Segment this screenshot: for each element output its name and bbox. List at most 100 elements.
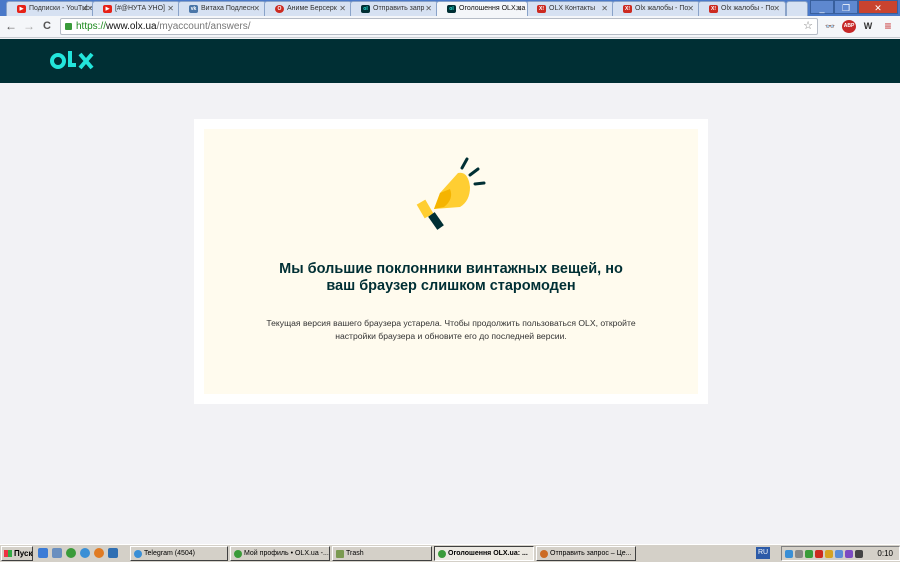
close-window-button[interactable]: ✕ bbox=[858, 0, 898, 14]
back-button[interactable]: ← bbox=[4, 19, 18, 33]
new-tab-button[interactable] bbox=[786, 1, 808, 16]
close-icon[interactable]: ✕ bbox=[425, 4, 432, 13]
youtube-icon: ▶ bbox=[103, 5, 112, 13]
task-telegram[interactable]: Telegram (4504) bbox=[130, 546, 228, 561]
bluetooth-icon[interactable] bbox=[785, 550, 793, 558]
language-indicator[interactable]: RU bbox=[756, 547, 770, 559]
minimize-button[interactable]: _ bbox=[810, 0, 834, 14]
close-icon[interactable]: ✕ bbox=[253, 4, 260, 13]
close-icon[interactable]: ✕ bbox=[773, 4, 780, 13]
task-label: Оголошення OLX.ua: ... bbox=[448, 550, 528, 557]
ie-icon[interactable] bbox=[38, 548, 48, 558]
tab-anime[interactable]: O Аниме Берсерк ✕ bbox=[264, 1, 352, 16]
site-header bbox=[0, 39, 900, 83]
x-icon: X! bbox=[537, 5, 546, 13]
bookmark-star-icon[interactable]: ☆ bbox=[803, 19, 813, 34]
megaphone-icon bbox=[416, 157, 486, 230]
tab-label: [#@НУТА УНО] bbox=[115, 5, 165, 12]
close-icon[interactable]: ✕ bbox=[515, 4, 522, 13]
url-scheme: https:// bbox=[76, 21, 107, 32]
olx-logo-mark bbox=[50, 51, 94, 70]
opera-icon: O bbox=[275, 5, 284, 13]
clock: 0:10 bbox=[877, 549, 893, 558]
tab-youtube-nuta[interactable]: ▶ [#@НУТА УНО] ✕ bbox=[92, 1, 180, 16]
glasses-icon[interactable]: 👓 bbox=[822, 20, 838, 33]
card-inner: Мы большие поклонники винтажных вещей, н… bbox=[204, 129, 698, 394]
close-icon[interactable]: ✕ bbox=[687, 4, 694, 13]
telegram-icon[interactable] bbox=[80, 548, 90, 558]
close-icon[interactable]: ✕ bbox=[167, 4, 174, 13]
olx-logo[interactable] bbox=[50, 49, 96, 78]
tab-label: Аниме Берсерк bbox=[287, 5, 337, 12]
update-icon[interactable] bbox=[815, 550, 823, 558]
youtube-icon: ▶ bbox=[17, 5, 26, 13]
power-icon[interactable] bbox=[825, 550, 833, 558]
task-trash[interactable]: Trash bbox=[332, 546, 432, 561]
olx-icon: ol bbox=[447, 5, 456, 13]
close-icon[interactable]: ✕ bbox=[339, 4, 346, 13]
tab-olx-contacts[interactable]: X! OLX Контакты ✕ bbox=[526, 1, 614, 16]
tab-label: Отправить запр bbox=[373, 5, 425, 12]
outdated-browser-card: Мы большие поклонники винтажных вещей, н… bbox=[194, 119, 708, 404]
task-send-request[interactable]: Отправить запрос – Це... bbox=[536, 546, 636, 561]
desc-line-1: Текущая версия вашего браузера устарела.… bbox=[266, 318, 636, 328]
title-line-2: ваш браузер слишком старомоден bbox=[326, 278, 576, 294]
tab-olx-complaints-1[interactable]: X! Olx жалобы - По ✕ bbox=[612, 1, 700, 16]
tab-label: Olx жалобы - По bbox=[635, 5, 689, 12]
menu-icon[interactable]: ≡ bbox=[882, 20, 894, 33]
abp-icon[interactable]: ABP bbox=[842, 20, 856, 33]
desc-line-2: настройки браузера и обновите его до пос… bbox=[335, 331, 567, 341]
w-icon[interactable]: W bbox=[862, 20, 874, 33]
tab-strip: ▶ Подписки - YouTube ✕ ▶ [#@НУТА УНО] ✕ … bbox=[0, 0, 900, 16]
address-bar[interactable]: https://www.olx.ua/myaccount/answers/ ☆ bbox=[60, 18, 818, 35]
title-line-1: Мы большие поклонники винтажных вещей, н… bbox=[279, 261, 623, 277]
url-path: /myaccount/answers/ bbox=[156, 21, 251, 32]
close-icon[interactable]: ✕ bbox=[81, 4, 88, 13]
outdated-browser-title: Мы большие поклонники винтажных вещей, н… bbox=[204, 261, 698, 295]
explorer-icon[interactable] bbox=[52, 548, 62, 558]
reload-button[interactable]: C bbox=[40, 19, 54, 33]
task-label: Мой профиль • OLX.ua -... bbox=[244, 550, 329, 557]
outdated-browser-description: Текущая версия вашего браузера устарела.… bbox=[244, 317, 658, 343]
tab-olx-complaints-2[interactable]: X! Olx жалобы - По ✕ bbox=[698, 1, 786, 16]
tab-send-request[interactable]: ol Отправить запр ✕ bbox=[350, 1, 438, 16]
trash-icon bbox=[336, 550, 344, 558]
volume-icon[interactable] bbox=[835, 550, 843, 558]
window-controls: _ ❐ ✕ bbox=[810, 0, 898, 14]
task-label: Telegram (4504) bbox=[144, 550, 195, 557]
close-icon[interactable]: ✕ bbox=[601, 4, 608, 13]
maximize-button[interactable]: ❐ bbox=[834, 0, 858, 14]
telegram-icon bbox=[134, 550, 142, 558]
task-label: Trash bbox=[346, 550, 364, 557]
x-icon: X! bbox=[623, 5, 632, 13]
olx-icon: ol bbox=[361, 5, 370, 13]
tab-label: Olx жалобы - По bbox=[721, 5, 775, 12]
tab-label: OLX Контакты bbox=[549, 5, 596, 12]
app-tray-icon[interactable] bbox=[845, 550, 853, 558]
firefox-icon[interactable] bbox=[94, 548, 104, 558]
task-olx-ads[interactable]: Оголошення OLX.ua: ... bbox=[434, 546, 534, 561]
tab-vk[interactable]: vk Витаха Подлесн ✕ bbox=[178, 1, 266, 16]
firefox-icon bbox=[540, 550, 548, 558]
task-label: Отправить запрос – Це... bbox=[550, 550, 632, 557]
url-host: www.olx.ua bbox=[106, 21, 157, 32]
system-tray: 0:10 bbox=[781, 546, 900, 561]
task-olx-profile[interactable]: Мой профиль • OLX.ua -... bbox=[230, 546, 330, 561]
forward-button[interactable]: → bbox=[22, 19, 36, 33]
lock-icon bbox=[65, 23, 72, 30]
x-icon: X! bbox=[709, 5, 718, 13]
network-icon[interactable] bbox=[795, 550, 803, 558]
antivirus-icon[interactable] bbox=[805, 550, 813, 558]
tab-olx-active[interactable]: ol Оголошення OLX.ua ✕ bbox=[436, 1, 528, 16]
desktop-icon[interactable] bbox=[108, 548, 118, 558]
browser-toolbar: ← → C https://www.olx.ua/myaccount/answe… bbox=[0, 16, 900, 38]
tab-youtube-subscriptions[interactable]: ▶ Подписки - YouTube ✕ bbox=[6, 1, 94, 16]
start-button[interactable]: Пуск bbox=[1, 546, 33, 561]
chrome-icon bbox=[438, 550, 446, 558]
tab-label: Витаха Подлесн bbox=[201, 5, 255, 12]
display-icon[interactable] bbox=[855, 550, 863, 558]
chrome-icon[interactable] bbox=[66, 548, 76, 558]
taskbar: Пуск Telegram (4504) Мой профиль • OLX.u… bbox=[0, 544, 900, 562]
vk-icon: vk bbox=[189, 5, 198, 13]
chrome-icon bbox=[234, 550, 242, 558]
